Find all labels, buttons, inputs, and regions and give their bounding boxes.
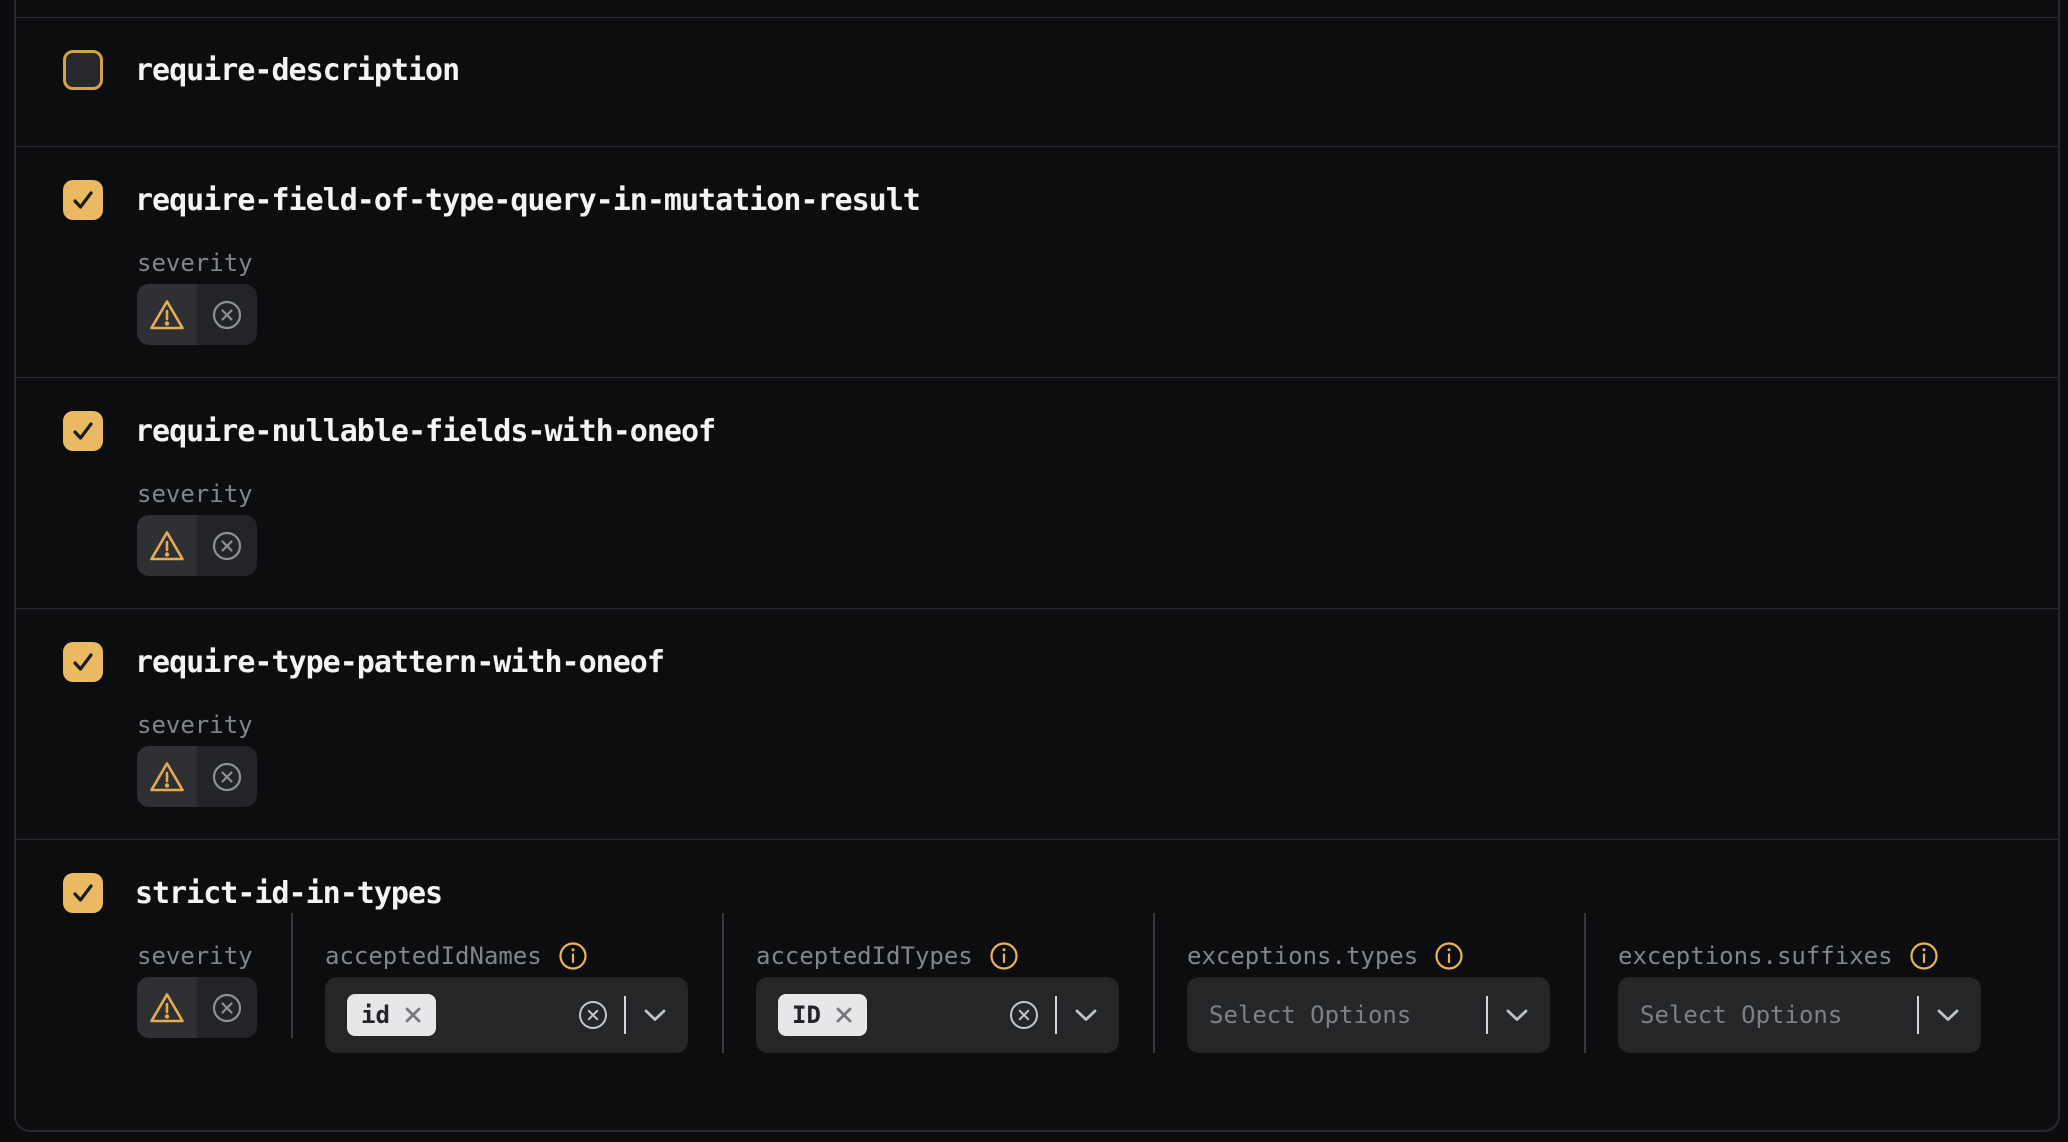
option-label: exceptions.types <box>1187 942 1418 970</box>
severity-toggle <box>137 515 257 576</box>
rule-checkbox[interactable] <box>63 50 103 90</box>
select-divider <box>1055 996 1057 1034</box>
checkmark-icon <box>70 649 96 675</box>
checkmark-icon <box>70 418 96 444</box>
chip-value: id <box>361 1001 390 1029</box>
option-column-exceptions-types: exceptions.types Select Options <box>1155 913 1586 1053</box>
circle-x-icon <box>211 530 243 562</box>
severity-off-button[interactable] <box>197 284 257 345</box>
warning-triangle-icon <box>148 298 186 332</box>
selected-chip: id <box>347 994 436 1036</box>
severity-warn-button[interactable] <box>137 284 197 345</box>
info-icon[interactable] <box>1909 941 1939 971</box>
severity-off-button[interactable] <box>197 977 257 1038</box>
select-divider <box>624 996 626 1034</box>
chip-remove-icon[interactable] <box>404 1006 422 1024</box>
rule-name: require-field-of-type-query-in-mutation-… <box>135 183 920 218</box>
rule-row-strict-id-in-types: strict-id-in-types severity acceptedId <box>16 839 2058 1053</box>
rules-panel: require-description require-field-of-typ… <box>14 0 2060 1132</box>
info-icon[interactable] <box>989 941 1019 971</box>
warning-triangle-icon <box>148 760 186 794</box>
warning-triangle-icon <box>148 529 186 563</box>
clear-selection-icon[interactable] <box>578 1000 608 1030</box>
acceptedIdNames-select[interactable]: id <box>325 977 688 1053</box>
severity-warn-button[interactable] <box>137 515 197 576</box>
exceptions-types-select[interactable]: Select Options <box>1187 977 1550 1053</box>
select-placeholder: Select Options <box>1209 1001 1411 1029</box>
rule-name: strict-id-in-types <box>135 876 442 911</box>
info-icon[interactable] <box>558 941 588 971</box>
option-column-acceptedIdNames: acceptedIdNames id <box>293 913 724 1053</box>
rule-name: require-nullable-fields-with-oneof <box>135 414 715 449</box>
option-label: exceptions.suffixes <box>1618 942 1893 970</box>
rule-checkbox[interactable] <box>63 642 103 682</box>
warning-triangle-icon <box>148 991 186 1025</box>
circle-x-icon <box>211 761 243 793</box>
severity-label: severity <box>137 942 253 970</box>
chevron-down-icon <box>644 1009 666 1022</box>
exceptions-suffixes-select[interactable]: Select Options <box>1618 977 1981 1053</box>
severity-toggle <box>137 284 257 345</box>
rule-row-require-field-of-type-query-in-mutation-result: require-field-of-type-query-in-mutation-… <box>16 146 2058 377</box>
select-placeholder: Select Options <box>1640 1001 1842 1029</box>
rule-name: require-type-pattern-with-oneof <box>135 645 664 680</box>
rule-checkbox[interactable] <box>63 873 103 913</box>
chip-value: ID <box>792 1001 821 1029</box>
rule-options-row: severity acceptedIdNames <box>137 913 2011 1053</box>
option-label: acceptedIdNames <box>325 942 542 970</box>
circle-x-icon <box>211 299 243 331</box>
severity-warn-button[interactable] <box>137 977 197 1038</box>
select-divider <box>1917 996 1919 1034</box>
checkmark-icon <box>70 187 96 213</box>
option-column-acceptedIdTypes: acceptedIdTypes ID <box>724 913 1155 1053</box>
info-icon[interactable] <box>1434 941 1464 971</box>
panel-top-spacer <box>16 0 2058 17</box>
chevron-down-icon <box>1937 1009 1959 1022</box>
rule-name: require-description <box>135 53 459 88</box>
option-column-severity: severity <box>137 913 293 1038</box>
acceptedIdTypes-select[interactable]: ID <box>756 977 1119 1053</box>
chevron-down-icon <box>1506 1009 1528 1022</box>
clear-selection-icon[interactable] <box>1009 1000 1039 1030</box>
severity-label: severity <box>137 480 253 508</box>
checkmark-icon <box>70 880 96 906</box>
severity-off-button[interactable] <box>197 515 257 576</box>
selected-chip: ID <box>778 994 867 1036</box>
severity-off-button[interactable] <box>197 746 257 807</box>
chip-remove-icon[interactable] <box>835 1006 853 1024</box>
rule-row-require-nullable-fields-with-oneof: require-nullable-fields-with-oneof sever… <box>16 377 2058 608</box>
rule-row-require-description: require-description <box>16 17 2058 146</box>
severity-toggle <box>137 746 257 807</box>
severity-warn-button[interactable] <box>137 746 197 807</box>
option-column-exceptions-suffixes: exceptions.suffixes Select Options <box>1586 913 1981 1053</box>
severity-toggle <box>137 977 257 1038</box>
select-divider <box>1486 996 1488 1034</box>
severity-label: severity <box>137 711 253 739</box>
rule-checkbox[interactable] <box>63 180 103 220</box>
rule-row-require-type-pattern-with-oneof: require-type-pattern-with-oneof severity <box>16 608 2058 839</box>
chevron-down-icon <box>1075 1009 1097 1022</box>
rule-checkbox[interactable] <box>63 411 103 451</box>
circle-x-icon <box>211 992 243 1024</box>
severity-label: severity <box>137 249 253 277</box>
option-label: acceptedIdTypes <box>756 942 973 970</box>
